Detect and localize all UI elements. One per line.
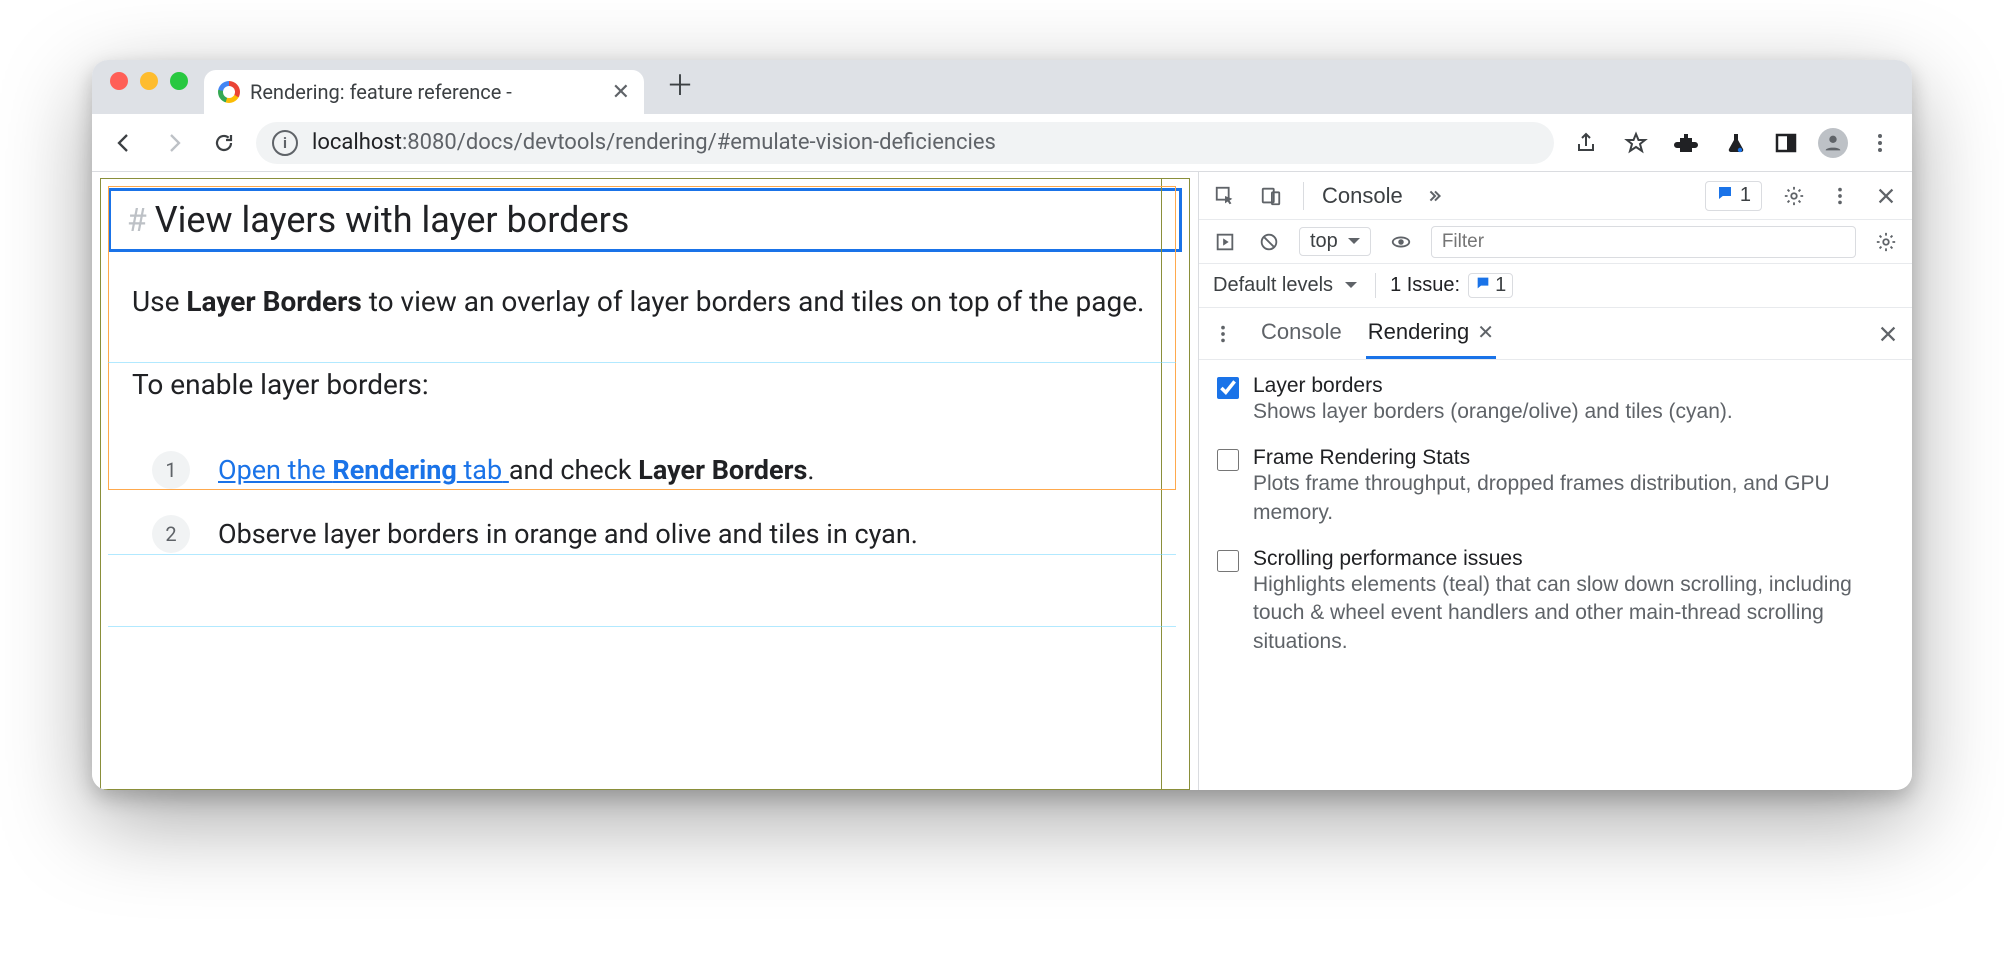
address-bar[interactable]: i localhost:8080/docs/devtools/rendering…	[256, 122, 1554, 164]
log-levels-selector[interactable]: Default levels	[1213, 274, 1357, 297]
rendering-option: Frame Rendering Stats Plots frame throug…	[1217, 446, 1894, 527]
back-button[interactable]	[106, 125, 142, 161]
step-number: 1	[152, 451, 190, 489]
tabs-dropdown-button[interactable]	[1886, 85, 1902, 114]
drawer-menu-icon[interactable]	[1209, 320, 1237, 348]
option-title: Frame Rendering Stats	[1253, 446, 1894, 470]
frame-rendering-stats-checkbox[interactable]	[1217, 449, 1239, 471]
option-title: Scrolling performance issues	[1253, 547, 1894, 571]
chevron-down-icon	[1341, 274, 1357, 297]
step-text: Observe layer borders in orange and oliv…	[218, 518, 918, 550]
profile-avatar[interactable]	[1818, 128, 1848, 158]
page-heading: # View layers with layer borders	[127, 199, 1163, 241]
devtools-close-icon[interactable]	[1872, 182, 1900, 210]
issue-icon	[1716, 184, 1734, 208]
url-text: localhost:8080/docs/devtools/rendering/#…	[312, 130, 996, 155]
option-description: Highlights elements (teal) that can slow…	[1253, 571, 1894, 656]
extensions-icon[interactable]	[1668, 125, 1704, 161]
tab-strip: Rendering: feature reference - ✕ ＋	[92, 60, 1912, 114]
paragraph: Use Layer Borders to view an overlay of …	[132, 280, 1158, 323]
reload-button[interactable]	[206, 125, 242, 161]
tab-title: Rendering: feature reference -	[250, 80, 512, 104]
rendering-option: Layer borders Shows layer borders (orang…	[1217, 374, 1894, 426]
context-value: top	[1310, 230, 1338, 253]
option-title: Layer borders	[1253, 374, 1733, 398]
bookmark-icon[interactable]	[1618, 125, 1654, 161]
devtools-toolbar: Console 1	[1199, 172, 1912, 220]
step-item: 2 Observe layer borders in orange and ol…	[152, 515, 1158, 553]
execute-icon[interactable]	[1211, 228, 1239, 256]
rendering-option: Scrolling performance issues Highlights …	[1217, 547, 1894, 656]
issues-badge-count: 1	[1740, 184, 1751, 207]
open-rendering-tab-link[interactable]: Open the Rendering tab	[218, 454, 509, 486]
browser-toolbar: i localhost:8080/docs/devtools/rendering…	[92, 114, 1912, 172]
inspect-element-icon[interactable]	[1211, 182, 1239, 210]
layer-border-olive-vertical	[1161, 178, 1162, 790]
devtools-menu-icon[interactable]	[1826, 182, 1854, 210]
option-description: Shows layer borders (orange/olive) and t…	[1253, 398, 1733, 426]
issue-icon	[1475, 274, 1491, 297]
maximize-window-button[interactable]	[170, 72, 188, 90]
console-filters-row: Default levels 1 Issue: 1	[1199, 264, 1912, 308]
issues-count: 1	[1495, 274, 1506, 297]
window-controls	[102, 72, 196, 102]
close-drawer-tab-icon[interactable]: ✕	[1477, 320, 1494, 345]
console-controls: top	[1199, 220, 1912, 264]
share-icon[interactable]	[1568, 125, 1604, 161]
issues-chip[interactable]: 1 Issue: 1	[1375, 273, 1513, 298]
steps-list: 1 Open the Rendering tab and check Layer…	[152, 451, 1158, 553]
rendering-panel-body: Layer borders Shows layer borders (orang…	[1199, 360, 1912, 694]
chrome-menu-button[interactable]	[1862, 125, 1898, 161]
close-window-button[interactable]	[110, 72, 128, 90]
context-selector[interactable]: top	[1299, 227, 1371, 256]
drawer-tab-console[interactable]: Console	[1259, 308, 1344, 359]
toolbar-right	[1568, 125, 1898, 161]
heading-anchor-icon[interactable]: #	[127, 201, 147, 239]
content-row: # View layers with layer borders Use Lay…	[92, 172, 1912, 790]
more-tabs-icon[interactable]	[1421, 182, 1449, 210]
device-toolbar-icon[interactable]	[1257, 182, 1285, 210]
drawer-tab-label: Rendering	[1368, 319, 1470, 345]
step-item: 1 Open the Rendering tab and check Layer…	[152, 451, 1158, 489]
drawer-tabstrip: Console Rendering ✕	[1199, 308, 1912, 360]
paragraph: To enable layer borders:	[132, 363, 1158, 406]
close-tab-button[interactable]: ✕	[612, 80, 630, 105]
heading-text: View layers with layer borders	[155, 199, 630, 241]
tile-border-cyan	[108, 554, 1176, 555]
drawer-close-icon[interactable]	[1874, 320, 1902, 348]
new-tab-button[interactable]: ＋	[652, 64, 700, 114]
option-description: Plots frame throughput, dropped frames d…	[1253, 470, 1894, 527]
devtools-panel-label[interactable]: Console	[1322, 183, 1403, 209]
devtools-panel: Console 1 top	[1198, 172, 1912, 790]
inspected-element-highlight: # View layers with layer borders	[108, 188, 1182, 252]
sidepanel-icon[interactable]	[1768, 125, 1804, 161]
issues-badge[interactable]: 1	[1705, 181, 1762, 211]
clear-console-icon[interactable]	[1255, 228, 1283, 256]
step-number: 2	[152, 515, 190, 553]
drawer-tab-rendering[interactable]: Rendering ✕	[1366, 308, 1496, 359]
site-info-icon[interactable]: i	[272, 130, 298, 156]
labs-icon[interactable]	[1718, 125, 1754, 161]
minimize-window-button[interactable]	[140, 72, 158, 90]
live-expression-icon[interactable]	[1387, 228, 1415, 256]
layer-borders-checkbox[interactable]	[1217, 377, 1239, 399]
browser-window: Rendering: feature reference - ✕ ＋ i loc…	[92, 60, 1912, 790]
page-viewport: # View layers with layer borders Use Lay…	[92, 172, 1198, 790]
console-settings-icon[interactable]	[1872, 228, 1900, 256]
issues-label: 1 Issue:	[1390, 274, 1460, 297]
chrome-favicon-icon	[218, 81, 240, 103]
console-filter-input[interactable]	[1431, 226, 1856, 258]
devtools-settings-icon[interactable]	[1780, 182, 1808, 210]
scrolling-performance-checkbox[interactable]	[1217, 550, 1239, 572]
browser-tab[interactable]: Rendering: feature reference - ✕	[204, 70, 644, 114]
chevron-down-icon	[1344, 230, 1360, 253]
forward-button[interactable]	[156, 125, 192, 161]
tile-border-cyan	[108, 626, 1176, 627]
